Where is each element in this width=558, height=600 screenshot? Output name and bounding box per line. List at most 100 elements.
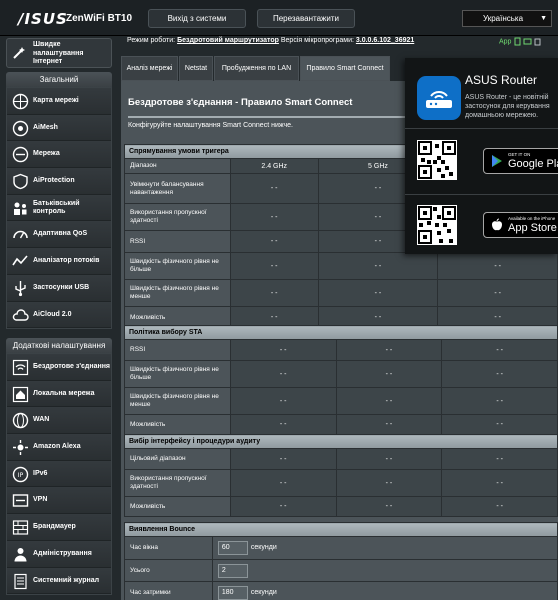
general-menu: Карта мережі AiMesh Мережа AiProtection … <box>6 87 112 330</box>
popup-divider <box>405 194 558 195</box>
tab-smart-connect[interactable]: Правило Smart Connect <box>300 56 390 81</box>
row-value: - - <box>229 252 319 280</box>
house-icon <box>12 386 29 402</box>
row-value: - - <box>229 414 337 435</box>
row-value: - - <box>229 230 319 253</box>
sidebar-item-label: Батьківський контроль <box>33 199 80 215</box>
sidebar-item-traffic[interactable]: Аналізатор потоків <box>7 248 111 275</box>
sidebar-item-qos[interactable]: Адаптивна QoS <box>7 221 111 249</box>
sidebar-item-aiprotection[interactable]: AiProtection <box>7 168 111 195</box>
asus-router-app-icon <box>417 76 461 120</box>
window-time-input[interactable]: 60 <box>217 541 248 555</box>
bounce-table: Виявлення Bounce Час вікна 60 секунди Усьо… <box>124 522 558 600</box>
row-label: Цільовий діапазон <box>124 448 231 470</box>
total-input[interactable]: 2 <box>217 563 248 578</box>
network-icon <box>12 147 29 163</box>
sidebar-item-alexa[interactable]: Amazon Alexa <box>7 434 111 461</box>
row-value: - - <box>441 339 558 361</box>
row-label: Використання пропускної здатності <box>124 469 231 497</box>
sidebar-item-label: Amazon Alexa <box>33 443 81 451</box>
row-value: - - <box>437 252 558 280</box>
band-header: 2.4 GHz <box>229 158 319 174</box>
app-store-big-text: App Store <box>508 222 557 234</box>
sidebar-item-firewall[interactable]: Брандмауер <box>7 514 111 541</box>
apple-icon <box>492 218 502 231</box>
row-value: - - <box>335 448 443 470</box>
sidebar-item-wan[interactable]: WAN <box>7 407 111 435</box>
row-value: - - <box>317 279 439 307</box>
speedometer-icon <box>13 231 28 239</box>
status-icons <box>514 37 541 46</box>
quick-setup-button[interactable]: Швидке налаштування Інтернет <box>6 38 112 68</box>
unit-label: секунди <box>250 588 277 596</box>
sidebar-item-label: WAN <box>33 416 50 424</box>
row-value: - - <box>441 387 558 415</box>
row-value: - - <box>229 496 337 517</box>
row-label: Швидкість фізичного рівня не більше <box>124 360 231 388</box>
sidebar-item-aimesh[interactable]: AiMesh <box>7 114 111 142</box>
row-value: - - <box>335 469 443 497</box>
app-link[interactable]: App <box>499 37 543 46</box>
sidebar-item-ipv6[interactable]: IP IPv6 <box>7 460 111 488</box>
sidebar-item-lan[interactable]: Локальна мережа <box>7 380 111 408</box>
row-label: Швидкість фізичного рівня не менше <box>124 387 231 415</box>
mode-value[interactable]: Бездротовий маршрутизатор <box>177 37 279 44</box>
page-description: Конфігуруйте налаштування Smart Connect … <box>128 122 293 129</box>
row-value: - - <box>441 360 558 388</box>
row-label: RSSI <box>124 230 231 253</box>
sidebar-item-aicloud[interactable]: AiCloud 2.0 <box>7 301 111 329</box>
row-value: - - <box>229 339 337 361</box>
sta-table: Політика вибору STA RSSI - -- -- - Швидкі… <box>124 325 558 435</box>
tab-network-analysis[interactable]: Аналіз мережі <box>121 56 178 81</box>
sidebar-item-label: AiProtection <box>33 177 75 185</box>
sidebar-item-vpn[interactable]: VPN <box>7 487 111 515</box>
ipv6-icon: IP <box>12 466 29 482</box>
row-label: Використання пропускної здатності <box>124 203 231 231</box>
sidebar-item-usb[interactable]: Застосунки USB <box>7 274 111 302</box>
usb-icon <box>15 280 26 296</box>
delay-time-input[interactable]: 180 <box>217 585 248 600</box>
popup-text-line: ASUS Router - це новітній <box>465 94 549 101</box>
asus-logo[interactable]: /ISUS <box>18 10 68 28</box>
sidebar: Швидке налаштування Інтернет Загальний К… <box>0 36 118 600</box>
traffic-icon <box>12 255 28 266</box>
row-label: RSSI <box>124 339 231 361</box>
sidebar-item-wireless[interactable]: Бездротове з'єднання <box>7 354 111 381</box>
quick-setup-label: Швидке налаштування Інтернет <box>33 41 84 65</box>
router-icon <box>426 91 452 108</box>
row-value: - - <box>441 469 558 497</box>
sidebar-item-label: Локальна мережа <box>33 389 95 397</box>
firmware-value[interactable]: 3.0.0.6.102_36921 <box>356 37 414 44</box>
google-play-badge[interactable]: GET IT ON Google Play <box>483 148 558 174</box>
app-store-badge[interactable]: Available on the iPhone App Store <box>483 212 558 238</box>
sidebar-item-label: Брандмауер <box>33 523 76 531</box>
sidebar-item-label: IPv6 <box>33 469 48 477</box>
row-value: - - <box>441 496 558 517</box>
sidebar-item-label: Адаптивна QoS <box>33 230 88 238</box>
band-label: Діапазон <box>124 158 231 174</box>
sidebar-item-network-map[interactable]: Карта мережі <box>7 88 111 115</box>
wand-icon <box>13 47 25 59</box>
reboot-button[interactable]: Перезавантажити <box>257 9 355 28</box>
globe-icon <box>12 93 29 110</box>
firmware-label: Версія мікропрограми: <box>280 37 354 44</box>
app-label: App <box>499 38 512 46</box>
row-value: - - <box>335 414 443 435</box>
tab-netstat[interactable]: Netstat <box>179 56 213 81</box>
sidebar-item-admin[interactable]: Адміністрування <box>7 540 111 568</box>
family-icon <box>14 202 27 215</box>
sidebar-item-network[interactable]: Мережа <box>7 141 111 169</box>
logout-button[interactable]: Вихід з системи <box>148 9 246 28</box>
popup-divider <box>405 128 558 129</box>
tab-wake-on-lan[interactable]: Пробудження по LAN <box>214 56 299 81</box>
sidebar-item-syslog[interactable]: Системний журнал <box>7 567 111 595</box>
language-select[interactable]: Українська ▼ <box>462 10 552 27</box>
firewall-icon <box>12 520 29 535</box>
sidebar-item-parental[interactable]: Батьківський контроль <box>7 194 111 222</box>
qr-code-graphic <box>417 205 457 245</box>
row-label: Час вікна <box>124 536 213 560</box>
row-value: - - <box>441 448 558 470</box>
svg-text:IP: IP <box>18 472 24 479</box>
row-value: - - <box>335 360 443 388</box>
app-promo-popup: ASUS Router ASUS Router - це новітній за… <box>405 58 558 254</box>
